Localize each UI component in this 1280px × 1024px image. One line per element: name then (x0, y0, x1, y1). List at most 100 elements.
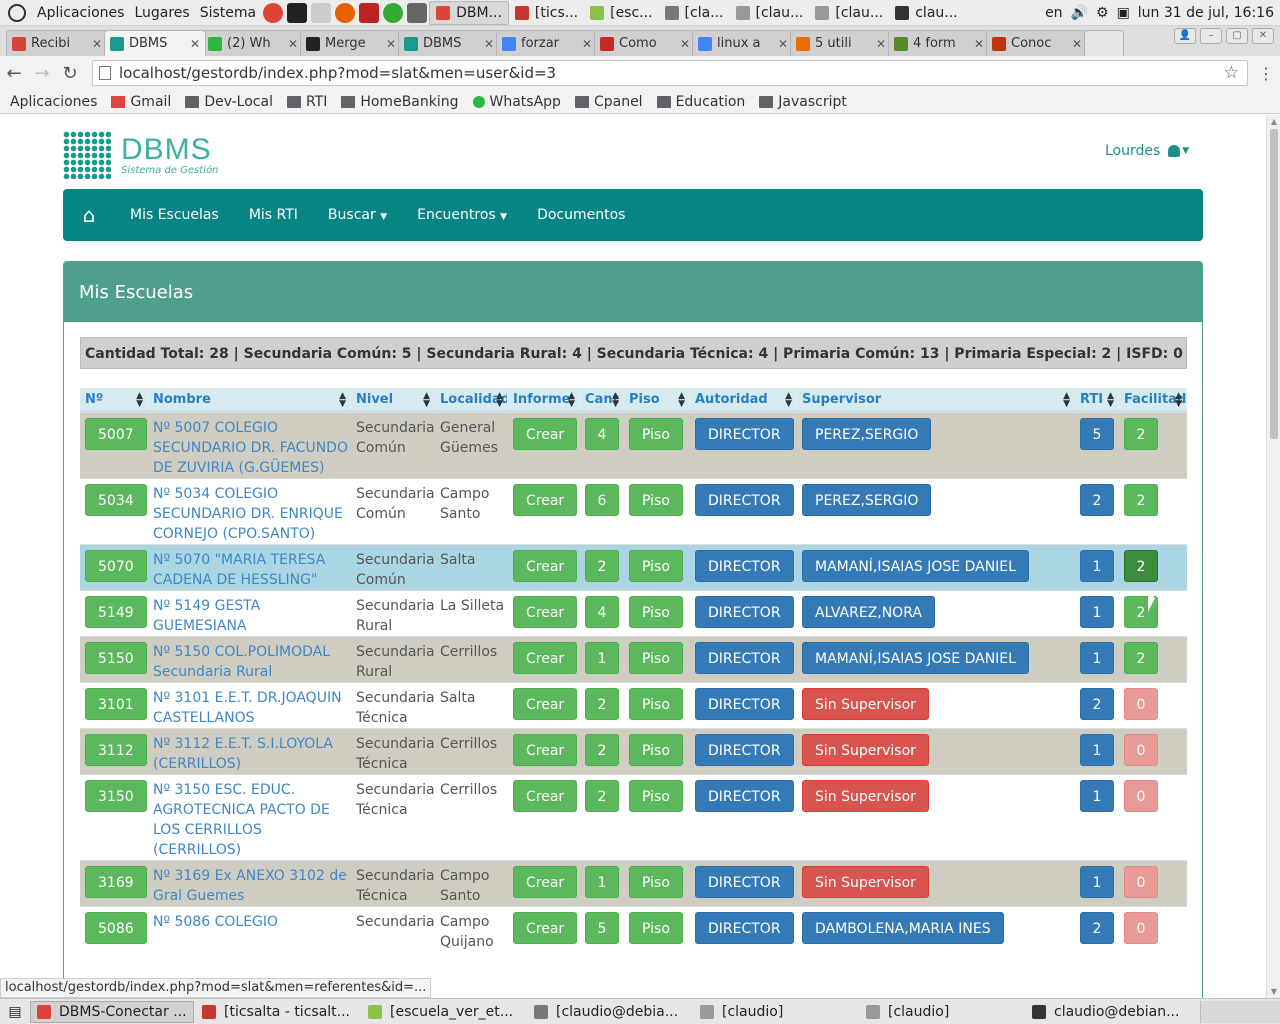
scrollbar-thumb[interactable] (1270, 129, 1278, 439)
bookmark-item[interactable]: Gmail (111, 94, 171, 110)
tab-close-icon[interactable]: ✕ (190, 37, 200, 51)
authority-button[interactable]: DIRECTOR (695, 734, 794, 766)
bookmark-item[interactable]: Education (656, 94, 745, 110)
user-menu[interactable]: Lourdes ▼ (1105, 143, 1189, 159)
create-report-button[interactable]: Crear (513, 596, 578, 628)
bookmark-item[interactable]: RTI (286, 94, 327, 110)
browser-tab[interactable]: linux a ✕ (692, 30, 794, 56)
browser-tab[interactable]: Merge ✕ (300, 30, 402, 56)
authority-button[interactable]: DIRECTOR (695, 642, 794, 674)
os-task-item[interactable]: [clau... (730, 1, 810, 25)
clock[interactable]: lun 31 de jul, 16:16 (1138, 5, 1274, 21)
show-desktop-icon[interactable]: ▤ (0, 1001, 30, 1023)
sort-arrows-icon[interactable]: ▲ ▼ (423, 392, 430, 409)
column-header[interactable]: Supervisor ▲ ▼ (797, 388, 1075, 410)
school-name-link[interactable]: Nº 5086 COLEGIO (153, 914, 278, 930)
rti-count-button[interactable]: 1 (1080, 550, 1114, 582)
sort-arrows-icon[interactable]: ▲ ▼ (678, 392, 685, 409)
tab-close-icon[interactable]: ✕ (680, 37, 690, 51)
authority-button[interactable]: DIRECTOR (695, 912, 794, 944)
piso-button[interactable]: Piso (629, 484, 683, 516)
sort-arrows-icon[interactable]: ▲ ▼ (339, 392, 346, 409)
authority-button[interactable]: DIRECTOR (695, 418, 794, 450)
authority-button[interactable]: DIRECTOR (695, 484, 794, 516)
tab-close-icon[interactable]: ✕ (288, 37, 298, 51)
os-task-item[interactable]: DBM... (429, 0, 509, 25)
facilitator-count-button[interactable]: 0 (1124, 912, 1158, 944)
taskbar-window-item[interactable]: claudio@debian... (1026, 1001, 1190, 1023)
taskbar-window-item[interactable]: [ticsalta - ticsalt... (196, 1001, 360, 1023)
rti-count-button[interactable]: 1 (1080, 734, 1114, 766)
browser-tab[interactable]: 5 utili ✕ (790, 30, 892, 56)
os-menu-sistema[interactable]: Sistema (195, 5, 261, 21)
page-scrollbar[interactable]: ▲ ▼ (1266, 115, 1280, 998)
supervisor-button[interactable]: Sin Supervisor (802, 780, 929, 812)
authority-button[interactable]: DIRECTOR (695, 550, 794, 582)
sort-arrows-icon[interactable]: ▲ ▼ (136, 392, 143, 409)
bookmark-item[interactable]: Javascript (759, 94, 847, 110)
school-number-button[interactable]: 5150 (85, 642, 147, 674)
authority-button[interactable]: DIRECTOR (695, 780, 794, 812)
piso-button[interactable]: Piso (629, 734, 683, 766)
create-report-button[interactable]: Crear (513, 866, 578, 898)
supervisor-button[interactable]: Sin Supervisor (802, 688, 929, 720)
bookmark-item[interactable]: Dev-Local (185, 94, 273, 110)
create-report-button[interactable]: Crear (513, 734, 578, 766)
count-button[interactable]: 1 (585, 642, 619, 674)
school-number-button[interactable]: 3150 (85, 780, 147, 812)
count-button[interactable]: 1 (585, 866, 619, 898)
scroll-down-icon[interactable]: ▼ (1267, 987, 1280, 996)
supervisor-button[interactable]: DAMBOLENA,MARIA INES (802, 912, 1004, 944)
back-icon[interactable]: ← (0, 63, 28, 84)
forward-icon[interactable]: → (28, 63, 56, 84)
browser-tab[interactable]: Recibi ✕ (6, 30, 108, 56)
facilitator-count-button[interactable]: 0 (1124, 688, 1158, 720)
maximize-icon[interactable]: ▢ (1226, 28, 1248, 44)
workspace-switcher[interactable] (1200, 1000, 1280, 1023)
rti-count-button[interactable]: 1 (1080, 780, 1114, 812)
os-task-item[interactable]: [clau... (809, 1, 889, 25)
browser-tab[interactable]: (2) Wh ✕ (202, 30, 304, 56)
facilitator-count-button[interactable]: 2 (1124, 418, 1158, 450)
tab-close-icon[interactable]: ✕ (778, 37, 788, 51)
browser-tab[interactable]: DBMS ✕ (398, 30, 500, 56)
supervisor-button[interactable]: Sin Supervisor (802, 734, 929, 766)
nav-item-mis-escuelas[interactable]: Mis Escuelas (115, 207, 234, 223)
piso-button[interactable]: Piso (629, 642, 683, 674)
atom-launcher-icon[interactable] (383, 2, 404, 23)
count-button[interactable]: 5 (585, 912, 619, 944)
tab-close-icon[interactable]: ✕ (484, 37, 494, 51)
create-report-button[interactable]: Crear (513, 550, 578, 582)
facilitator-count-button[interactable]: 2 (1124, 550, 1158, 582)
terminal-launcher-icon[interactable] (287, 2, 308, 23)
authority-button[interactable]: DIRECTOR (695, 866, 794, 898)
column-header[interactable]: Facilitador▲ ▼ (1119, 388, 1187, 410)
taskbar-window-item[interactable]: [claudio@debia... (528, 1001, 692, 1023)
sort-arrows-icon[interactable]: ▲ ▼ (1107, 392, 1114, 409)
screenshot-launcher-icon[interactable] (407, 2, 428, 23)
taskbar-window-item[interactable]: [claudio] (694, 1001, 858, 1023)
bookmark-star-icon[interactable]: ☆ (1224, 63, 1239, 83)
supervisor-button[interactable]: PEREZ,SERGIO (802, 418, 932, 450)
os-task-item[interactable]: clau... (889, 1, 963, 25)
school-number-button[interactable]: 5007 (85, 418, 147, 450)
piso-button[interactable]: Piso (629, 688, 683, 720)
school-name-link[interactable]: Nº 5149 GESTA GUEMESIANA (153, 598, 260, 634)
supervisor-button[interactable]: PEREZ,SERGIO (802, 484, 932, 516)
school-name-link[interactable]: Nº 3101 E.E.T. DR.JOAQUIN CASTELLANOS (153, 690, 342, 726)
piso-button[interactable]: Piso (629, 912, 683, 944)
facilitator-count-button[interactable]: 0 (1124, 780, 1158, 812)
rti-count-button[interactable]: 2 (1080, 912, 1114, 944)
supervisor-button[interactable]: ALVAREZ,NORA (802, 596, 935, 628)
column-header[interactable]: Nombre ▲ ▼ (148, 388, 351, 410)
taskbar-window-item[interactable]: [claudio] (860, 1001, 1024, 1023)
browser-tab[interactable]: Como ✕ (594, 30, 696, 56)
count-button[interactable]: 6 (585, 484, 619, 516)
count-button[interactable]: 2 (585, 734, 619, 766)
network-icon[interactable]: ⚙ (1096, 5, 1109, 21)
taskbar-window-item[interactable]: [escuela_ver_et... (362, 1001, 526, 1023)
column-header[interactable]: Autoridad ▲ ▼ (690, 388, 797, 410)
count-button[interactable]: 2 (585, 780, 619, 812)
browser-tab[interactable]: forzar ✕ (496, 30, 598, 56)
bookmark-item[interactable]: Aplicaciones (10, 94, 97, 228)
